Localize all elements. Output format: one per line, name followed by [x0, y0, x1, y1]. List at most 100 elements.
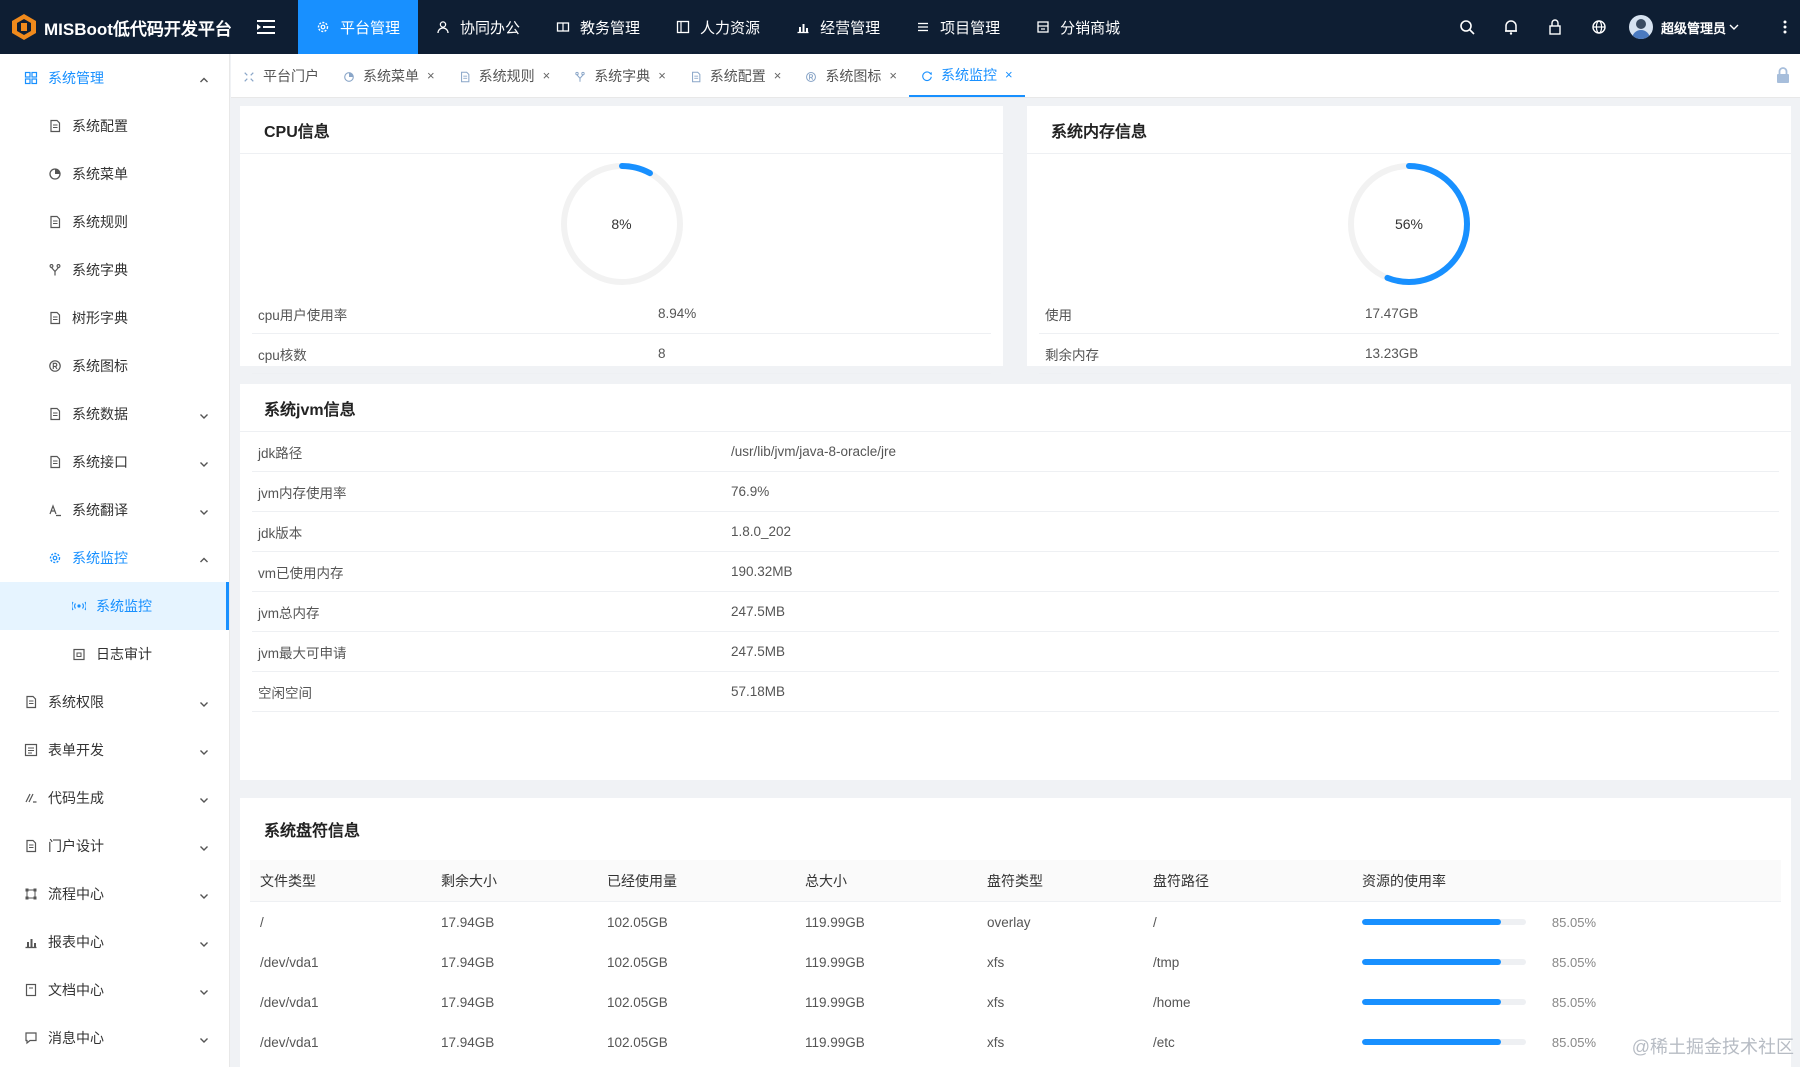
- doc-icon: [24, 983, 38, 997]
- tab-0[interactable]: 平台门户: [231, 54, 331, 97]
- search-button[interactable]: [1445, 0, 1489, 54]
- sidebar-item-5[interactable]: 树形字典: [0, 294, 229, 342]
- registered-icon: [805, 70, 817, 82]
- menu-fold-icon: [257, 20, 275, 34]
- lock-icon: [1549, 19, 1561, 35]
- info-row: jdk路径/usr/lib/jvm/java-8-oracle/jre: [252, 432, 1779, 472]
- sidebar-item-13[interactable]: 系统权限: [0, 678, 229, 726]
- close-icon[interactable]: ×: [543, 68, 551, 83]
- tab-label: 系统规则: [478, 67, 535, 84]
- topnav-item-3[interactable]: 人力资源: [658, 0, 778, 54]
- usage-cell: 85.05%: [1352, 914, 1596, 930]
- notification-button[interactable]: [1489, 0, 1533, 54]
- info-value: 247.5MB: [731, 644, 786, 659]
- info-key: 剩余内存: [1045, 347, 1099, 363]
- table-cell: 119.99GB: [805, 954, 865, 970]
- topnav-item-5[interactable]: 项目管理: [898, 0, 1018, 54]
- usage-percent: 85.05%: [1551, 994, 1596, 1010]
- user-menu[interactable]: 超级管理员: [1628, 15, 1740, 39]
- cpu-usage-label: 8%: [611, 216, 632, 232]
- tab-2[interactable]: 系统规则 ×: [447, 54, 563, 97]
- info-key: jdk路径: [258, 445, 303, 461]
- table-cell: /etc: [1153, 1034, 1175, 1050]
- info-row: cpu核数 8: [252, 334, 991, 374]
- logo[interactable]: MISBoot低代码开发平台: [0, 13, 234, 41]
- info-key: 使用: [1045, 307, 1072, 323]
- info-row: 使用 17.47GB: [1039, 294, 1779, 334]
- portal-icon: [243, 70, 255, 82]
- table-cell: 119.99GB: [805, 914, 865, 930]
- sidebar-item-label: 系统接口: [72, 454, 128, 470]
- sidebar-item-20[interactable]: 消息中心: [0, 1014, 229, 1062]
- sidebar-item-12[interactable]: 日志审计: [0, 630, 229, 678]
- sidebar-item-3[interactable]: 系统规则: [0, 198, 229, 246]
- sidebar-item-15[interactable]: 代码生成: [0, 774, 229, 822]
- topnav-item-4[interactable]: 经营管理: [778, 0, 898, 54]
- usage-progress-fill: [1362, 1039, 1502, 1046]
- info-row: cpu用户使用率 8.94%: [252, 294, 991, 334]
- sidebar-item-11[interactable]: 系统监控: [0, 582, 229, 630]
- sidebar-item-1[interactable]: 系统配置: [0, 102, 229, 150]
- topnav-item-label: 协同办公: [460, 19, 521, 37]
- chevron-down-icon: [199, 984, 209, 995]
- close-icon[interactable]: ×: [889, 68, 897, 83]
- branch-icon: [574, 70, 586, 82]
- info-key: jvm内存使用率: [258, 485, 347, 501]
- info-value: 247.5MB: [731, 604, 786, 619]
- info-row: 空闲空间 57.18MB: [252, 672, 1779, 712]
- info-value: /usr/lib/jvm/java-8-oracle/jre: [731, 444, 897, 459]
- topnav-item-2[interactable]: 教务管理: [538, 0, 658, 54]
- code-icon: [24, 791, 38, 805]
- tab-6[interactable]: 系统监控 ×: [908, 54, 1025, 97]
- topnav-item-0[interactable]: 平台管理: [298, 0, 419, 54]
- tab-label: 系统图标: [825, 67, 882, 84]
- sidebar-item-6[interactable]: 系统图标: [0, 342, 229, 390]
- sidebar-item-18[interactable]: 报表中心: [0, 918, 229, 966]
- sidebar-item-16[interactable]: 门户设计: [0, 822, 229, 870]
- tab-label: 系统字典: [594, 67, 651, 84]
- usage-progress-fill: [1362, 999, 1502, 1006]
- info-value: 1.8.0_202: [731, 524, 792, 539]
- document-icon: [48, 407, 62, 421]
- table-cell: /tmp: [1153, 954, 1180, 970]
- tab-3[interactable]: 系统字典 ×: [562, 54, 678, 97]
- column-header: 总大小: [805, 872, 847, 889]
- table-row: / 17.94GB 102.05GB 119.99GB overlay / 85.05%: [250, 902, 1781, 942]
- sidebar-item-10[interactable]: 系统监控: [0, 534, 229, 582]
- sidebar-item-label: 系统翻译: [72, 502, 128, 518]
- close-icon[interactable]: ×: [774, 68, 782, 83]
- close-icon[interactable]: ×: [427, 68, 435, 83]
- table-cell: xfs: [987, 1034, 1005, 1050]
- sidebar-item-label: 表单开发: [48, 742, 104, 758]
- sidebar-item-8[interactable]: 系统接口: [0, 438, 229, 486]
- info-value: 13.23GB: [1365, 346, 1419, 361]
- close-icon[interactable]: ×: [658, 68, 666, 83]
- sidebar-item-4[interactable]: 系统字典: [0, 246, 229, 294]
- usage-cell: 85.05%: [1352, 994, 1596, 1010]
- tab-1[interactable]: 系统菜单 ×: [331, 54, 447, 97]
- sidebar-item-14[interactable]: 表单开发: [0, 726, 229, 774]
- sidebar-item-7[interactable]: 系统数据: [0, 390, 229, 438]
- close-icon[interactable]: ×: [1005, 67, 1013, 82]
- sidebar-item-17[interactable]: 流程中心: [0, 870, 229, 918]
- language-button[interactable]: [1577, 0, 1621, 54]
- sidebar-item-0[interactable]: 系统管理: [0, 54, 229, 102]
- document-icon: [459, 70, 471, 82]
- more-vertical-icon: [1783, 20, 1787, 34]
- tab-5[interactable]: 系统图标 ×: [793, 54, 909, 97]
- sidebar-item-2[interactable]: 系统菜单: [0, 150, 229, 198]
- menu-collapse-button[interactable]: [234, 0, 298, 54]
- topnav-item-1[interactable]: 协同办公: [418, 0, 538, 54]
- more-button[interactable]: [1770, 19, 1800, 35]
- topnav-item-6[interactable]: 分销商城: [1018, 0, 1138, 54]
- lock-icon[interactable]: [1774, 66, 1792, 84]
- lock-screen-button[interactable]: [1533, 0, 1577, 54]
- sidebar-item-19[interactable]: 文档中心: [0, 966, 229, 1014]
- memory-card-title: 系统内存信息: [1027, 106, 1791, 154]
- table-cell: 119.99GB: [805, 1034, 865, 1050]
- tab-4[interactable]: 系统配置 ×: [678, 54, 794, 97]
- sidebar-item-9[interactable]: 系统翻译: [0, 486, 229, 534]
- sidebar-item-label: 文档中心: [48, 982, 104, 998]
- sidebar-item-label: 门户设计: [48, 838, 104, 854]
- sidebar-item-label: 系统字典: [72, 262, 128, 278]
